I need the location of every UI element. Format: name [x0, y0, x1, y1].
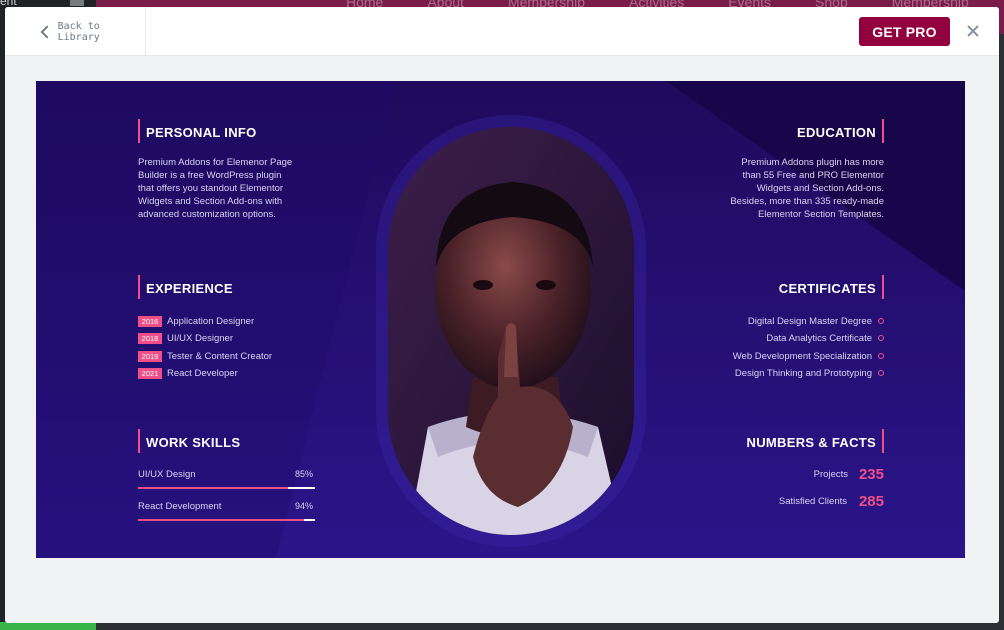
- section-accent-bar: [882, 275, 884, 299]
- numbers-facts-title: NUMBERS & FACTS: [746, 435, 876, 450]
- publish-bar: [0, 622, 96, 630]
- section-accent-bar: [138, 275, 140, 299]
- fact-label: Satisfied Clients: [778, 496, 847, 507]
- section-accent-bar: [138, 119, 140, 143]
- education-title: EDUCATION: [796, 125, 876, 140]
- fact-number: 235: [858, 466, 884, 483]
- certificate-item: Digital Design Master Degree: [748, 315, 884, 327]
- chevron-left-icon: [40, 25, 49, 38]
- section-accent-bar: [882, 119, 884, 143]
- skill-bar-fill: [138, 487, 289, 489]
- certificate-item: Data Analytics Certificate: [766, 332, 884, 344]
- experience-item: 2021 React Developer: [138, 367, 238, 379]
- template-preview-modal: Back to Library GET PRO PERSONAL INFO Pr…: [5, 7, 999, 623]
- personal-info-text: Premium Addons for Elemenor Page Builder…: [138, 157, 293, 220]
- get-pro-button[interactable]: GET PRO: [859, 17, 950, 46]
- experience-title: EXPERIENCE: [146, 281, 233, 296]
- experience-item: 2019 Tester & Content Creator: [138, 350, 272, 362]
- template-preview: PERSONAL INFO Premium Addons for Elemeno…: [36, 81, 965, 558]
- circle-bullet-icon: [878, 370, 884, 376]
- grid-icon: [70, 0, 84, 6]
- year-badge: 2018: [138, 332, 162, 344]
- skill-percent: 94%: [295, 501, 314, 511]
- circle-bullet-icon: [878, 318, 884, 324]
- certificate-label: Design Thinking and Prototyping: [734, 367, 872, 379]
- year-badge: 2019: [138, 350, 162, 362]
- skill-bar-fill: [138, 519, 305, 521]
- circle-bullet-icon: [878, 335, 884, 341]
- work-skills-title: WORK SKILLS: [146, 435, 241, 450]
- fact-number: 285: [858, 493, 884, 510]
- back-to-library-button[interactable]: Back to Library: [5, 7, 146, 56]
- certificate-item: Design Thinking and Prototyping: [735, 367, 884, 379]
- portrait-illustration: [388, 127, 634, 535]
- personal-info-title: PERSONAL INFO: [146, 125, 257, 140]
- skill-bar: [138, 487, 315, 489]
- experience-role: Tester & Content Creator: [167, 350, 273, 362]
- certificates-title: CERTIFICATES: [778, 281, 876, 296]
- education-text: Premium Addons plugin has more than 55 F…: [730, 157, 884, 220]
- section-accent-bar: [882, 429, 884, 453]
- skill-bar: [138, 519, 315, 521]
- skill-name: UI/UX Design: [138, 469, 196, 480]
- portrait-image: [388, 127, 634, 535]
- back-label: Back to Library: [57, 20, 100, 43]
- modal-header: Back to Library GET PRO: [5, 7, 999, 56]
- circle-bullet-icon: [878, 353, 884, 359]
- close-icon[interactable]: [963, 21, 983, 41]
- certificate-label: Data Analytics Certificate: [766, 332, 872, 344]
- experience-role: React Developer: [167, 367, 238, 379]
- fact-label: Projects: [813, 469, 848, 480]
- skill-percent: 85%: [295, 469, 314, 479]
- skill-name: React Development: [138, 501, 222, 512]
- year-badge: 2016: [138, 315, 162, 327]
- experience-item: 2016 Application Designer: [138, 315, 254, 327]
- section-accent-bar: [138, 429, 140, 453]
- experience-role: UI/UX Designer: [167, 332, 233, 344]
- certificate-label: Digital Design Master Degree: [747, 315, 872, 327]
- certificate-item: Web Development Specialization: [733, 350, 884, 362]
- year-badge: 2021: [138, 367, 162, 379]
- certificate-label: Web Development Specialization: [732, 350, 872, 362]
- experience-role: Application Designer: [167, 315, 255, 327]
- experience-item: 2018 UI/UX Designer: [138, 332, 233, 344]
